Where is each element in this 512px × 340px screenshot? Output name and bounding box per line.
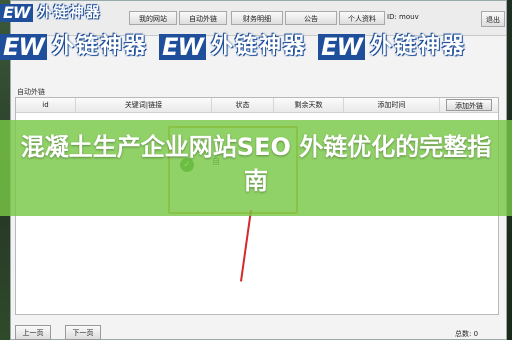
watermark-row-main: EW 外链神器 EW 外链神器 EW 外链神器 (0, 32, 472, 62)
column-status: 状态 (212, 98, 274, 112)
watermark-text: 外链神器 (370, 34, 467, 59)
banner-title: 混凝土生产企业网站SEO 外链优化的完整指南 (20, 133, 492, 195)
exit-button[interactable]: 退出 (481, 11, 505, 27)
watermark-text: 外链神器 (51, 34, 148, 59)
watermark: EW 外链神器 (0, 2, 102, 32)
user-id-label: ID: mouv (387, 13, 419, 21)
table-header: id 关键词|链接 状态 剩余天数 添加时间 添加外链 (16, 98, 498, 113)
watermark: EW 外链神器 (159, 32, 307, 62)
tab-my-sites[interactable]: 我的网站 (129, 11, 177, 25)
watermark-logo: EW (159, 34, 206, 60)
tab-finance[interactable]: 财务明细 (231, 11, 283, 25)
column-keyword-link: 关键词|链接 (76, 98, 212, 112)
watermark-text: 外链神器 (211, 34, 308, 59)
screenshot-stage: 我的网站 自动外链 财务明细 公告 个人资料 ID: mouv 退出 自动外链 … (0, 0, 512, 340)
watermark-logo: EW (0, 3, 33, 22)
next-page-button[interactable]: 下一页 (65, 325, 101, 340)
column-remaining-days: 剩余天数 (274, 98, 344, 112)
prev-page-button[interactable]: 上一页 (15, 325, 51, 340)
total-count: 总数: 0 (455, 330, 479, 338)
watermark: EW 外链神器 (0, 32, 148, 62)
add-link-button[interactable]: 添加外链 (446, 99, 492, 111)
watermark-logo: EW (318, 34, 366, 60)
tab-profile[interactable]: 个人资料 (339, 11, 385, 25)
watermark-logo: EW (0, 34, 47, 60)
watermark-text: 外链神器 (37, 4, 102, 21)
pagination-bar: 上一页 下一页 总数: 0 (11, 319, 506, 340)
tab-announcements[interactable]: 公告 (285, 11, 337, 25)
tab-auto-links[interactable]: 自动外链 (179, 11, 227, 25)
column-id: id (16, 98, 76, 112)
watermark-row-top: EW 外链神器 (0, 2, 108, 32)
column-added-time: 添加时间 (344, 98, 440, 112)
watermark: EW 外链神器 (318, 32, 466, 62)
section-title: 自动外链 (17, 88, 45, 96)
